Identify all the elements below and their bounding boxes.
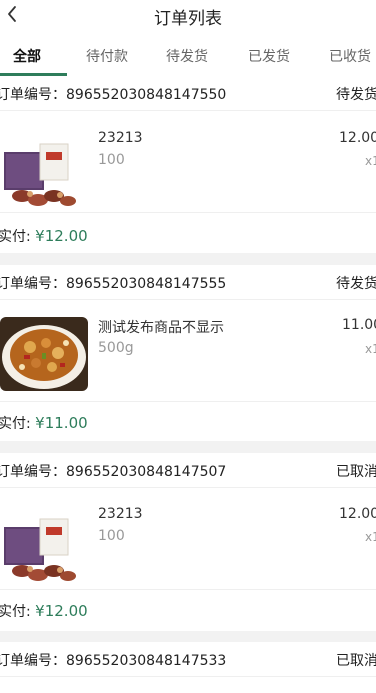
product-price: 12.00 (339, 506, 376, 522)
paid-amount: ¥12.00 (35, 227, 88, 245)
tab-shipped[interactable]: 已发货 (248, 46, 290, 66)
paid-label: 实付: (0, 604, 36, 620)
order-header: 订单编号：896552030848147555 待发货 (0, 265, 376, 300)
order-status: 待发货 (336, 276, 376, 292)
tab-received[interactable]: 已收货 (329, 46, 371, 66)
order-status: 已取消 (336, 653, 376, 669)
order-header: 订单编号：896552030848147550 待发货 (0, 76, 376, 111)
tab-all[interactable]: 全部 (13, 46, 41, 66)
product-price: 12.00 (339, 130, 376, 146)
order-number: 订单编号：896552030848147550 (0, 87, 227, 103)
product-spec: 500g (98, 340, 134, 356)
order-status: 待发货 (336, 87, 376, 103)
product-name: 23213 (98, 506, 143, 522)
order-number: 订单编号：896552030848147533 (0, 653, 227, 669)
product-name: 测试发布商品不显示 (98, 320, 224, 336)
divider (0, 401, 376, 402)
divider (0, 589, 376, 590)
paid-label: 实付: (0, 416, 36, 432)
order-header: 订单编号：896552030848147507 已取消 (0, 453, 376, 488)
status-tabs: 全部 待付款 待发货 已发货 已收货 (0, 30, 376, 76)
product-quantity: x1 (365, 530, 376, 544)
paid-total: 实付: ¥11.00 (0, 413, 88, 433)
tab-pending-shipment[interactable]: 待发货 (166, 46, 208, 66)
product-quantity: x1 (365, 154, 376, 168)
product-image[interactable] (0, 513, 88, 587)
tab-pending-payment[interactable]: 待付款 (86, 46, 128, 66)
paid-amount: ¥12.00 (35, 602, 88, 620)
paid-total: 实付: ¥12.00 (0, 601, 88, 621)
order-card[interactable]: 订单编号：896552030848147555 待发货 测试发布商品不显示 50… (0, 265, 376, 441)
order-card[interactable]: 订单编号：896552030848147533 已取消 (0, 642, 376, 693)
product-spec: 100 (98, 152, 125, 168)
paid-label: 实付: (0, 229, 36, 245)
page-title: 订单列表 (154, 9, 222, 29)
order-number: 订单编号：896552030848147555 (0, 276, 227, 292)
product-price: 11.00 (342, 317, 376, 333)
product-quantity: x1 (365, 342, 376, 356)
paid-total: 实付: ¥12.00 (0, 226, 88, 246)
product-image[interactable] (0, 317, 88, 391)
order-status: 已取消 (336, 464, 376, 480)
divider (0, 212, 376, 213)
product-image[interactable] (0, 138, 88, 212)
product-name: 23213 (98, 130, 143, 146)
order-number: 订单编号：896552030848147507 (0, 464, 227, 480)
paid-amount: ¥11.00 (35, 414, 88, 432)
order-header: 订单编号：896552030848147533 已取消 (0, 642, 376, 677)
product-spec: 100 (98, 528, 125, 544)
order-card[interactable]: 订单编号：896552030848147507 已取消 23213 100 12… (0, 453, 376, 631)
top-bar: 订单列表 (0, 0, 376, 30)
order-card[interactable]: 订单编号：896552030848147550 待发货 23213 100 12… (0, 76, 376, 253)
